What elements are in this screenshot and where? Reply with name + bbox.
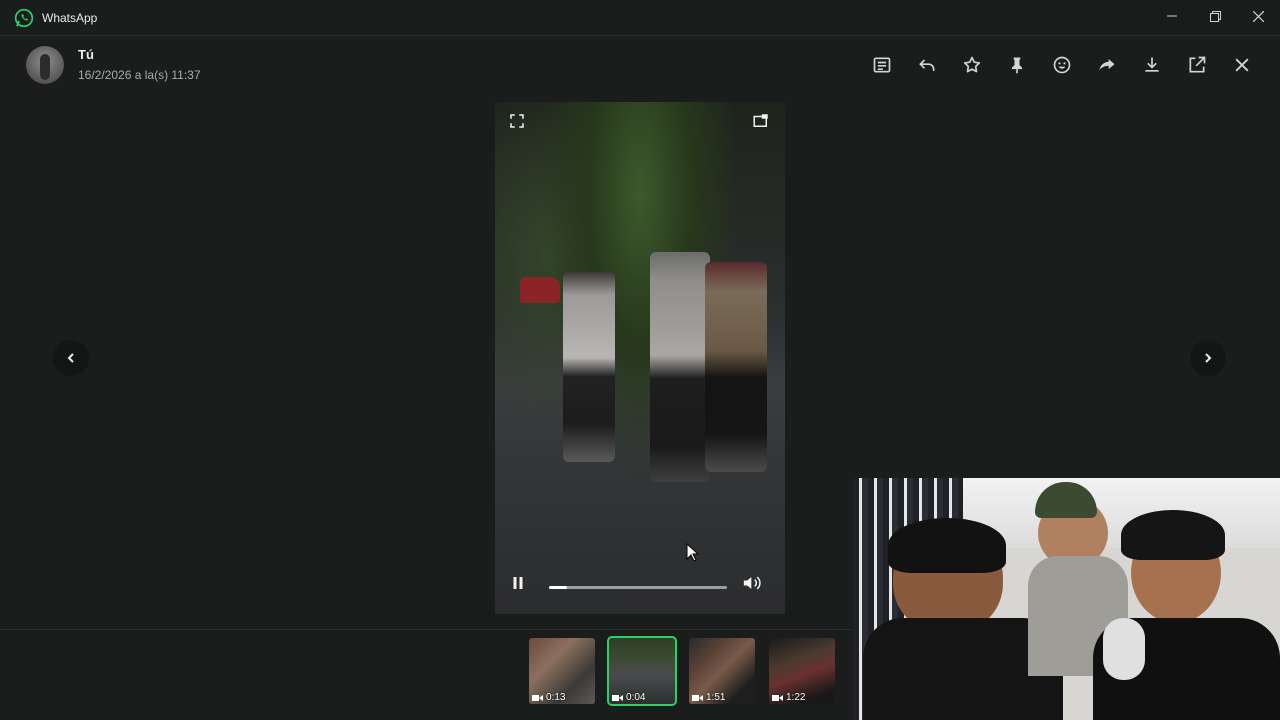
video-camera-icon bbox=[532, 694, 543, 701]
reply-icon bbox=[919, 59, 935, 71]
minimize-button[interactable] bbox=[1150, 0, 1194, 32]
fullscreen-button[interactable] bbox=[505, 109, 529, 133]
previous-media-button[interactable] bbox=[53, 340, 89, 376]
video-frame bbox=[495, 102, 785, 614]
thumbnail-duration: 1:51 bbox=[706, 692, 726, 703]
video-camera-icon bbox=[692, 694, 703, 701]
volume-icon bbox=[743, 576, 761, 590]
download-icon bbox=[1145, 57, 1159, 72]
pause-button[interactable] bbox=[506, 571, 530, 595]
avatar[interactable] bbox=[26, 46, 64, 84]
title-bar: WhatsApp bbox=[0, 0, 1280, 36]
download-button[interactable] bbox=[1136, 51, 1168, 79]
webcam-overlay bbox=[853, 478, 1280, 720]
thumbnail-item[interactable]: 1:22 bbox=[769, 638, 835, 704]
whatsapp-logo-icon bbox=[14, 8, 34, 28]
close-viewer-button[interactable] bbox=[1226, 51, 1258, 79]
star-icon bbox=[963, 56, 981, 73]
star-button[interactable] bbox=[956, 51, 988, 79]
viewer-actions bbox=[866, 51, 1258, 79]
chevron-right-icon bbox=[1205, 353, 1212, 363]
close-icon bbox=[1235, 58, 1249, 72]
react-button[interactable] bbox=[1046, 51, 1078, 79]
fullscreen-icon bbox=[510, 114, 524, 128]
picture-in-picture-icon bbox=[753, 114, 768, 127]
close-icon bbox=[1252, 10, 1264, 22]
thumbnail-duration: 0:04 bbox=[626, 692, 646, 703]
caption-button[interactable] bbox=[866, 51, 898, 79]
forward-icon bbox=[1099, 59, 1115, 70]
restore-button[interactable] bbox=[1193, 0, 1237, 32]
progress-bar[interactable] bbox=[549, 586, 727, 589]
open-external-button[interactable] bbox=[1181, 51, 1213, 79]
picture-in-picture-button[interactable] bbox=[749, 109, 773, 133]
message-timestamp: 16/2/2026 a la(s) 11:37 bbox=[78, 68, 201, 82]
pause-icon bbox=[513, 577, 523, 589]
media-viewer-header: Tú 16/2/2026 a la(s) 11:37 bbox=[0, 37, 1280, 97]
minimize-icon bbox=[1167, 15, 1177, 17]
emoji-icon bbox=[1053, 56, 1071, 74]
progress-fill bbox=[549, 586, 567, 589]
media-thumbnail-strip: 0:13 0:04 1:51 1:22 bbox=[529, 636, 835, 708]
forward-button[interactable] bbox=[1091, 51, 1123, 79]
thumbnail-item[interactable]: 1:51 bbox=[689, 638, 755, 704]
thumbnail-duration: 1:22 bbox=[786, 692, 806, 703]
chevron-left-icon bbox=[67, 353, 74, 363]
next-media-button[interactable] bbox=[1190, 340, 1226, 376]
volume-button[interactable] bbox=[739, 571, 767, 595]
pin-button[interactable] bbox=[1001, 51, 1033, 79]
reply-button[interactable] bbox=[911, 51, 943, 79]
sender-name: Tú bbox=[78, 47, 94, 62]
thumbnail-item-selected[interactable]: 0:04 bbox=[607, 636, 677, 706]
restore-icon bbox=[1209, 10, 1221, 22]
video-player[interactable] bbox=[495, 102, 785, 614]
message-text-icon bbox=[873, 57, 891, 73]
window-close-button[interactable] bbox=[1236, 0, 1280, 32]
open-external-icon bbox=[1189, 56, 1206, 73]
pin-icon bbox=[1012, 57, 1022, 74]
app-title: WhatsApp bbox=[42, 11, 98, 25]
thumbnail-duration: 0:13 bbox=[546, 692, 566, 703]
video-camera-icon bbox=[772, 694, 783, 701]
video-camera-icon bbox=[612, 694, 623, 701]
thumbnail-item[interactable]: 0:13 bbox=[529, 638, 595, 704]
mouse-cursor-icon bbox=[686, 543, 700, 562]
